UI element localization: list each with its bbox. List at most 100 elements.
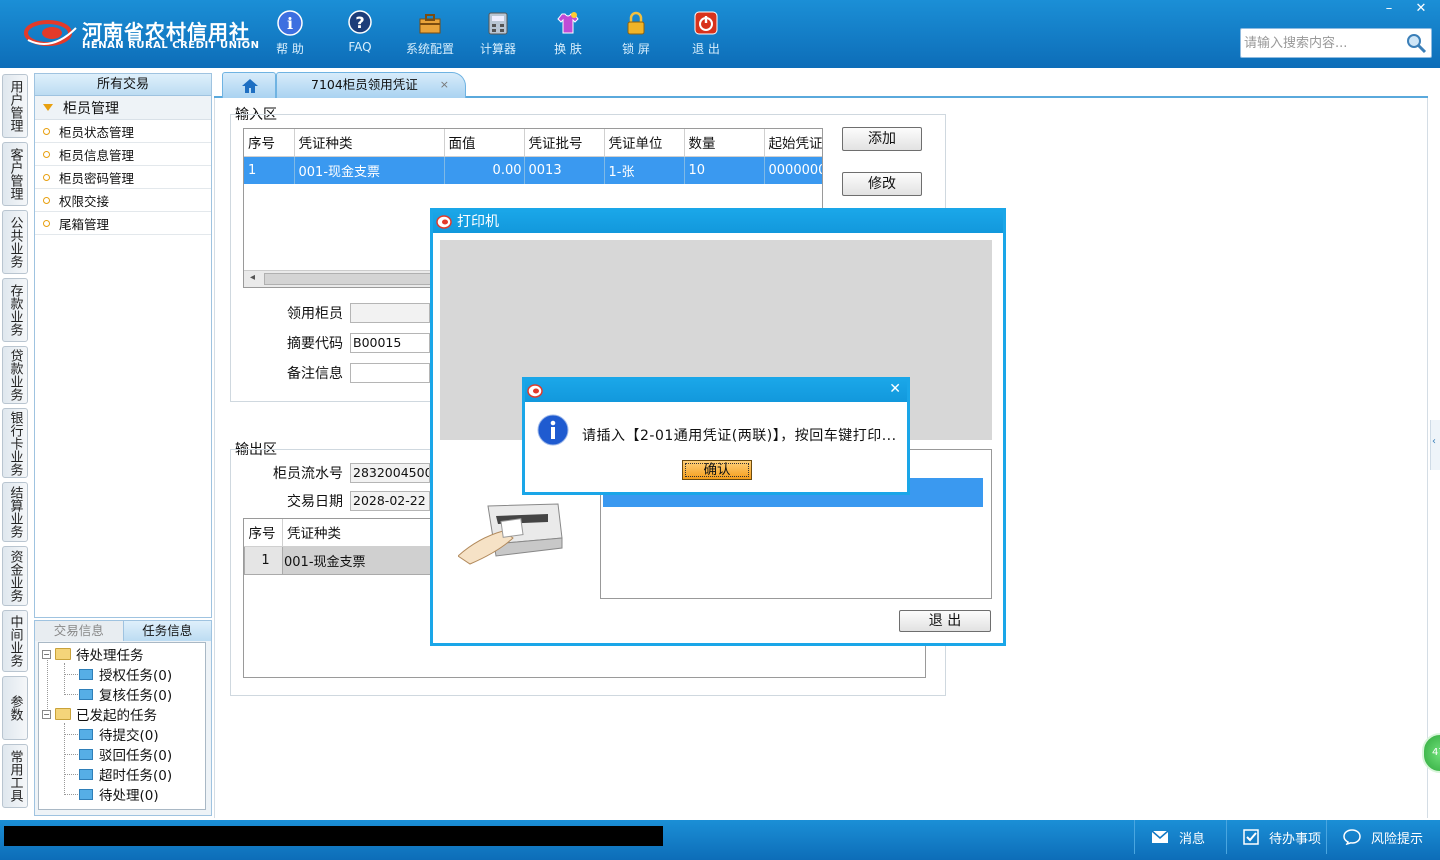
col-header[interactable]: 凭证种类 — [294, 129, 445, 157]
nav-item-label: 柜员状态管理 — [59, 124, 135, 140]
faq-button[interactable]: ? FAQ — [328, 8, 392, 60]
insert-voucher-message: 请插入【2-01通用凭证(两联)】，按回车键打印... — [582, 428, 897, 444]
vtab-bank-card-business[interactable]: 银行卡业务 — [2, 408, 28, 478]
serial-number-label: 柜员流水号 — [273, 466, 343, 482]
nav-group-teller-management[interactable]: 柜员管理 — [35, 96, 211, 120]
add-button[interactable]: 添加 — [842, 127, 922, 151]
svg-text:?: ? — [355, 13, 364, 32]
vtab-common-tools[interactable]: 常用工具 — [2, 744, 28, 808]
tab-7104-teller-voucher[interactable]: 7104柜员领用凭证 × — [276, 72, 466, 98]
col-header[interactable]: 凭证批号 — [524, 129, 605, 157]
scroll-left-icon[interactable]: ◂ — [250, 272, 255, 283]
search-icon[interactable] — [1405, 32, 1427, 54]
table-row[interactable]: 1 001-现金支票 0.00 0013 1-张 10 000000000 — [244, 156, 822, 184]
help-button[interactable]: i 帮 助 — [258, 8, 322, 60]
col-header[interactable]: 序号 — [244, 129, 295, 157]
scroll-thumb[interactable] — [264, 273, 444, 285]
teller-field[interactable] — [350, 303, 430, 323]
risk-alert-button[interactable]: 风险提示 — [1326, 820, 1440, 854]
tree-node-label: 驳回任务(0) — [99, 748, 173, 764]
tree-node-pending-tasks[interactable]: − 待处理任务 — [42, 644, 144, 664]
vtab-loan-business[interactable]: 贷款业务 — [2, 346, 28, 404]
nav-item-teller-status[interactable]: 柜员状态管理 — [35, 120, 211, 143]
home-icon — [242, 79, 258, 93]
insert-voucher-dialog: ✕ 请插入【2-01通用凭证(两联)】，按回车键打印... 确认 — [522, 377, 910, 495]
collapse-icon[interactable]: − — [42, 649, 51, 659]
remark-label: 备注信息 — [287, 366, 343, 382]
teller-label: 领用柜员 — [287, 306, 343, 322]
tree-node-label: 待处理任务 — [76, 648, 144, 664]
chat-bubble-icon — [1343, 829, 1361, 845]
modify-button[interactable]: 修改 — [842, 172, 922, 196]
printer-dialog-titlebar[interactable]: 打印机 — [433, 211, 1003, 233]
vtab-deposit-business[interactable]: 存款业务 — [2, 278, 28, 342]
vtab-settlement-business[interactable]: 结算业务 — [2, 482, 28, 542]
tree-node-to-process[interactable]: 待处理(0) — [79, 784, 159, 804]
search-input[interactable] — [1244, 32, 1404, 54]
calculator-button[interactable]: 计算器 — [466, 8, 530, 60]
vtab-user-management[interactable]: 用户管理 — [2, 74, 28, 138]
mail-icon — [1151, 830, 1169, 843]
collapse-icon[interactable]: − — [42, 709, 51, 719]
exit-app-button[interactable]: 退 出 — [674, 8, 738, 60]
nav-item-cash-box[interactable]: 尾箱管理 — [35, 212, 211, 235]
tree-node-timeout[interactable]: 超时任务(0) — [79, 764, 172, 784]
task-icon — [79, 668, 93, 680]
confirm-button[interactable]: 确认 — [682, 460, 752, 480]
col-header[interactable]: 起始凭证 — [764, 129, 822, 157]
help-icon: i — [277, 10, 303, 36]
system-config-button[interactable]: 系统配置 — [398, 8, 462, 60]
vtab-parameters[interactable]: 参数 — [2, 676, 28, 740]
todo-label: 待办事项 — [1269, 831, 1322, 847]
tab-task-info[interactable]: 任务信息 — [123, 621, 211, 641]
logo-swoosh-icon — [24, 20, 77, 46]
close-window-button[interactable]: ✕ — [1406, 0, 1436, 18]
toolbox-icon — [419, 14, 441, 34]
tree-node-review-tasks[interactable]: 复核任务(0) — [79, 684, 172, 704]
close-dialog-icon[interactable]: ✕ — [889, 381, 901, 397]
confirm-dialog-titlebar[interactable]: ✕ — [525, 380, 907, 402]
vtab-customer-management[interactable]: 客户管理 — [2, 142, 28, 206]
todo-button[interactable]: 待办事项 — [1226, 820, 1326, 854]
svg-text:i: i — [287, 14, 293, 33]
summary-code-field[interactable]: B00015 — [350, 333, 430, 353]
minimize-window-button[interactable]: – — [1374, 0, 1404, 18]
messages-label: 消息 — [1179, 831, 1206, 847]
change-skin-label: 换 肤 — [554, 42, 582, 56]
change-skin-button[interactable]: 换 肤 — [536, 8, 600, 60]
col-header[interactable]: 面值 — [444, 129, 525, 157]
trade-date-field[interactable]: 2028-02-22 — [350, 491, 430, 511]
exit-print-button[interactable]: 退 出 — [899, 610, 991, 632]
col-header[interactable]: 凭证种类 — [282, 519, 445, 547]
nav-item-teller-info[interactable]: 柜员信息管理 — [35, 143, 211, 166]
search-box — [1240, 28, 1432, 58]
bullet-icon — [43, 219, 50, 227]
side-collapse-handle[interactable]: ‹ — [1430, 420, 1440, 470]
home-tab[interactable] — [222, 72, 276, 98]
messages-button[interactable]: 消息 — [1134, 820, 1226, 854]
tab-transaction-info[interactable]: 交易信息 — [35, 621, 124, 641]
nav-item-permission-handover[interactable]: 权限交接 — [35, 189, 211, 212]
serial-number-field[interactable]: 28320045000 — [350, 463, 430, 483]
app-logo-icon — [436, 215, 452, 229]
col-header[interactable]: 序号 — [244, 519, 283, 547]
nav-item-teller-password[interactable]: 柜员密码管理 — [35, 166, 211, 189]
expand-triangle-icon — [43, 104, 53, 111]
vtab-public-business[interactable]: 公共业务 — [2, 210, 28, 274]
logo-english-name: HENAN RURAL CREDIT UNION — [82, 40, 260, 51]
tab-close-icon[interactable]: × — [440, 73, 449, 97]
nav-header[interactable]: 所有交易 — [35, 74, 211, 96]
col-header[interactable]: 凭证单位 — [604, 129, 685, 157]
tree-node-label: 复核任务(0) — [99, 688, 173, 704]
task-icon — [79, 688, 93, 700]
vtab-fund-business[interactable]: 资金业务 — [2, 546, 28, 606]
table-row[interactable]: 1 001-现金支票 — [244, 545, 445, 575]
lock-screen-button[interactable]: 锁 屏 — [604, 8, 668, 60]
vtab-intermediary-business[interactable]: 中间业务 — [2, 610, 28, 672]
tree-node-to-submit[interactable]: 待提交(0) — [79, 724, 159, 744]
remark-field[interactable] — [350, 363, 430, 383]
col-header[interactable]: 数量 — [684, 129, 765, 157]
tree-node-initiated-tasks[interactable]: − 已发起的任务 — [42, 704, 157, 724]
tree-node-rejected[interactable]: 驳回任务(0) — [79, 744, 172, 764]
tree-node-auth-tasks[interactable]: 授权任务(0) — [79, 664, 172, 684]
